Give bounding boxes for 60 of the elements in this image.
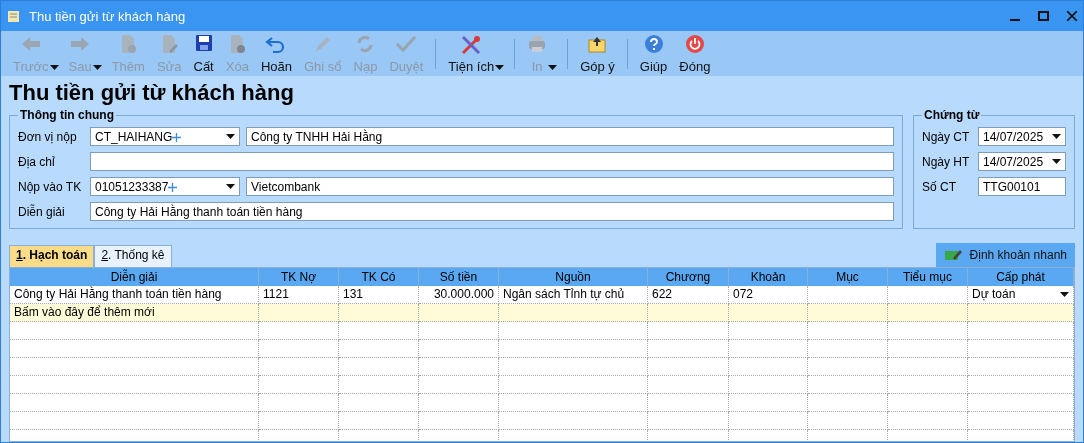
- document-edit-icon: [160, 33, 179, 54]
- dropdown-arrow-icon[interactable]: [1052, 159, 1061, 164]
- document-delete-icon: [228, 33, 247, 54]
- tools-icon: [460, 33, 483, 56]
- toolbar-button[interactable]: Đóng: [673, 33, 717, 74]
- printer-icon: [527, 33, 548, 54]
- field-label: Diễn giải: [18, 204, 66, 219]
- field-label: Số CT: [922, 179, 957, 194]
- field-label: Nộp vào TK: [18, 179, 83, 194]
- field-label: Ngày CT: [922, 129, 971, 144]
- page-heading: Thu tiền gửi từ khách hàng: [9, 80, 295, 106]
- column-header[interactable]: Chương: [648, 268, 729, 286]
- column-header[interactable]: Cấp phát: [968, 268, 1074, 286]
- input-field[interactable]: Vietcombank: [246, 177, 894, 196]
- money-edit-icon: [943, 248, 962, 262]
- dropdown-arrow-icon[interactable]: [1060, 292, 1069, 297]
- checkmark-icon: [395, 33, 418, 54]
- dropdown-arrow-icon[interactable]: [226, 134, 235, 139]
- tab[interactable]: 1. Hạch toán: [9, 245, 95, 267]
- column-header[interactable]: Tiểu mục: [888, 268, 968, 286]
- combo-box[interactable]: 01051233387: [90, 177, 240, 196]
- quick-entry-button[interactable]: Định khoản nhanh: [935, 243, 1075, 267]
- combo-box[interactable]: CT_HAIHANG: [90, 127, 240, 146]
- field-label: Đơn vị nộp: [18, 129, 78, 144]
- toolbar-button[interactable]: Hoãn: [254, 33, 298, 74]
- maximize-icon[interactable]: [1038, 11, 1049, 21]
- document-icon: [119, 33, 138, 54]
- date-picker[interactable]: 14/07/2025: [978, 152, 1066, 171]
- column-header[interactable]: TK Có: [339, 268, 419, 286]
- toolbar-button[interactable]: Tiện ích: [442, 33, 501, 74]
- column-header[interactable]: Diễn giải: [10, 268, 259, 286]
- input-field[interactable]: TTG00101: [978, 177, 1066, 196]
- input-field[interactable]: [90, 152, 894, 171]
- power-icon: [684, 33, 705, 54]
- input-field[interactable]: Công ty TNHH Hải Hằng: [246, 127, 894, 146]
- tab[interactable]: 2. Thống kê: [94, 245, 172, 267]
- plus-icon[interactable]: [172, 133, 182, 142]
- help-icon: [643, 33, 664, 54]
- group-title: Thông tin chung: [19, 108, 115, 122]
- add-row-hint[interactable]: Bấm vào đây để thêm mới: [10, 304, 259, 322]
- group-title: Chứng từ: [923, 108, 981, 122]
- column-header[interactable]: Mục: [808, 268, 888, 286]
- input-field[interactable]: Công ty Hải Hằng thanh toán tiền hàng: [90, 202, 894, 221]
- close-icon[interactable]: [1067, 11, 1077, 21]
- app-icon: [7, 9, 21, 23]
- toolbar-button[interactable]: Giúp: [633, 33, 674, 74]
- dropdown-arrow-icon[interactable]: [1052, 134, 1061, 139]
- date-picker[interactable]: 14/07/2025: [978, 127, 1066, 146]
- column-header[interactable]: Số tiền: [419, 268, 499, 286]
- column-header[interactable]: Nguồn: [499, 268, 648, 286]
- field-label: Địa chỉ: [18, 154, 56, 169]
- column-header[interactable]: Khoản: [729, 268, 808, 286]
- plus-icon[interactable]: [168, 183, 178, 192]
- toolbar-button[interactable]: Góp ý: [574, 33, 621, 74]
- column-header[interactable]: TK Nợ: [259, 268, 339, 286]
- dropdown-arrow-icon[interactable]: [495, 64, 505, 70]
- toolbar-button[interactable]: Cất: [187, 33, 220, 74]
- field-label: Ngày HT: [922, 154, 971, 169]
- dropdown-arrow-icon[interactable]: [226, 184, 235, 189]
- window-title: Thu tiền gửi từ khách hàng: [29, 8, 186, 24]
